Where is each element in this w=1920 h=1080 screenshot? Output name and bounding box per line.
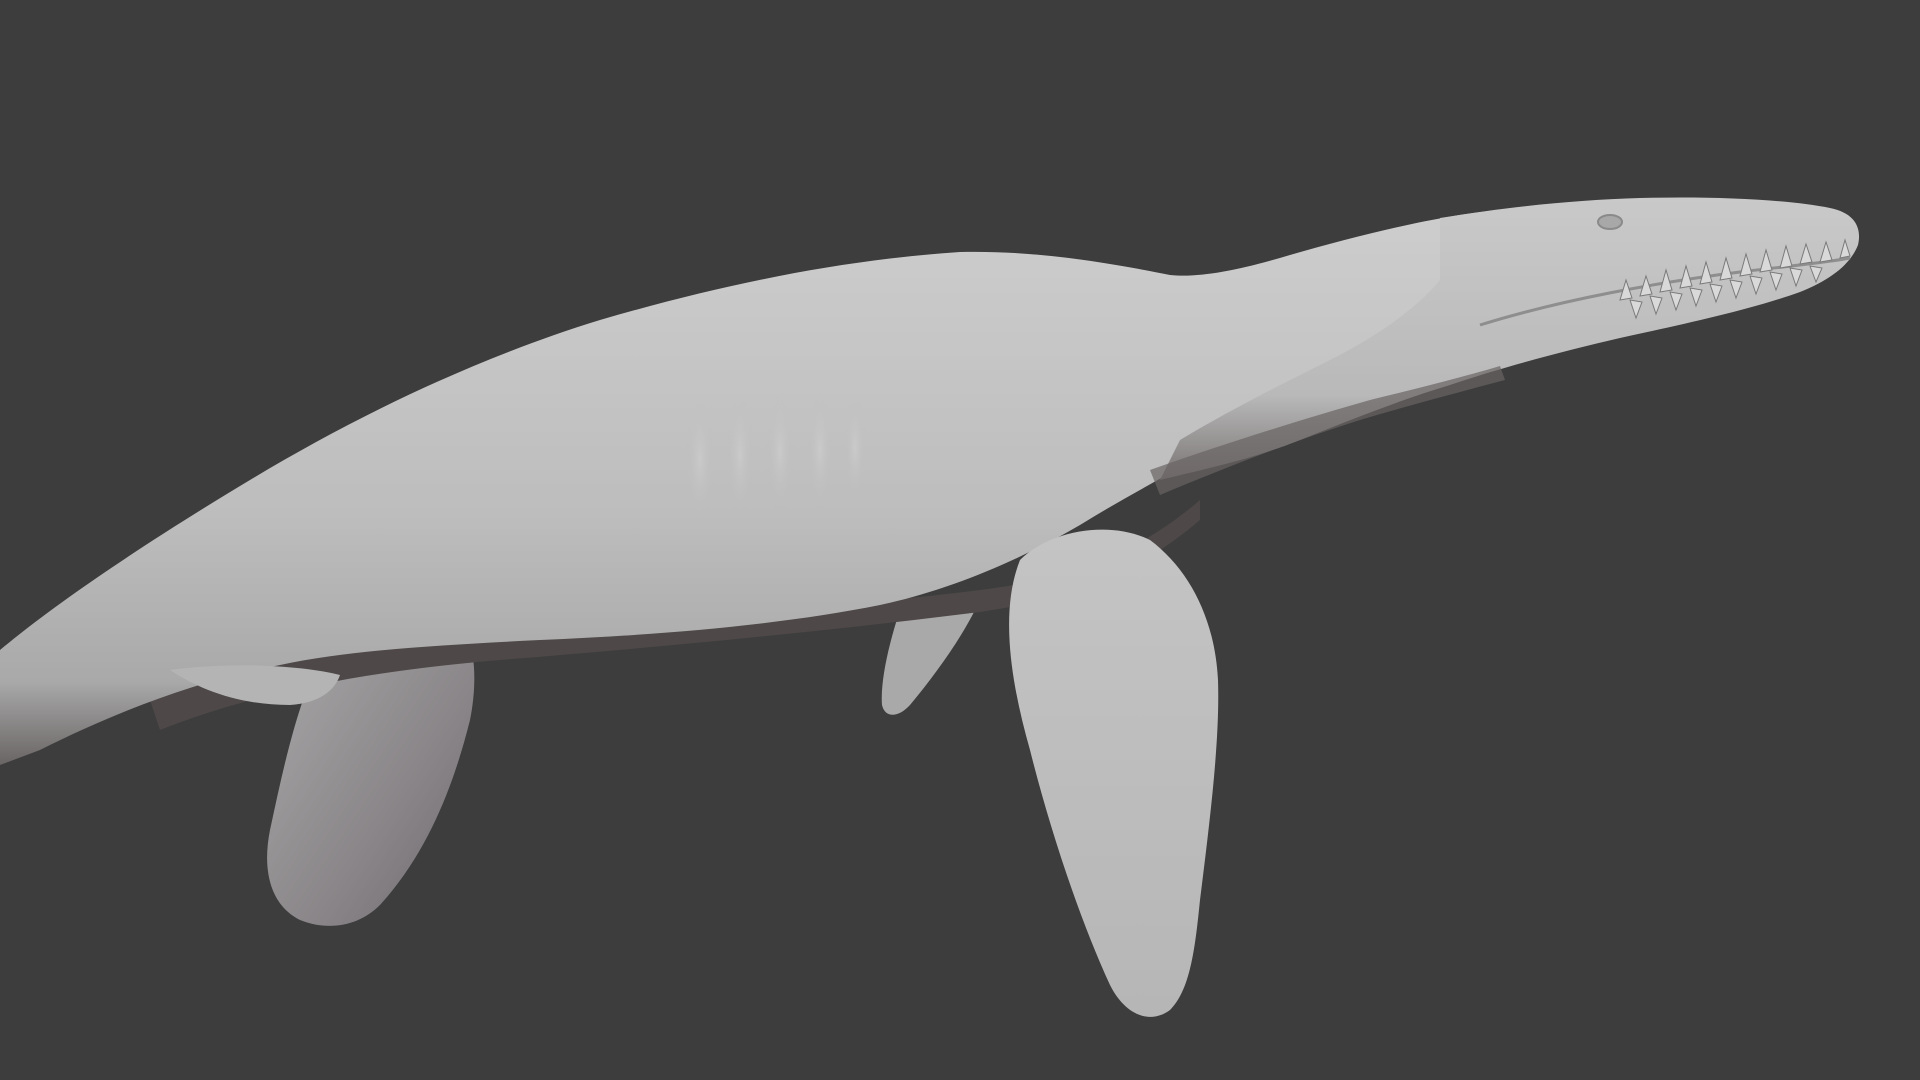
front-flipper[interactable]: [1009, 529, 1219, 1017]
eye: [1597, 214, 1623, 230]
3d-viewport[interactable]: [0, 0, 1920, 1080]
viewport-canvas[interactable]: [0, 0, 1920, 1080]
small-fin[interactable]: [881, 610, 975, 715]
